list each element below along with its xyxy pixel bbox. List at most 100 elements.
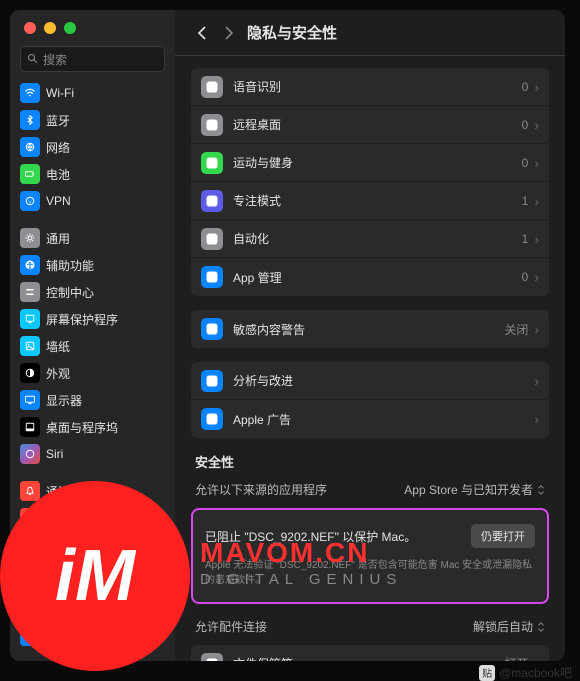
header: 隐私与安全性 — [175, 10, 565, 56]
settings-row[interactable]: 运动与健身0› — [191, 144, 549, 182]
sidebar-item-wifi[interactable]: Wi-Fi — [16, 80, 169, 106]
sidebar-item-siri[interactable]: Siri — [16, 441, 169, 467]
appearance-icon — [20, 363, 40, 383]
settings-group-analytics: 分析与改进›Apple 广告› — [191, 362, 549, 438]
settings-row[interactable]: 语音识别0 › — [191, 68, 549, 106]
accessory-dropdown[interactable]: 解锁后自动 — [473, 618, 545, 635]
settings-row[interactable]: 远程桌面0 › — [191, 106, 549, 144]
sidebar-item-screensaver[interactable]: 屏幕保护程序 — [16, 306, 169, 332]
row-label: 远程桌面 — [233, 116, 522, 133]
bell-icon — [20, 481, 40, 501]
sidebar-item-label: VPN — [46, 194, 71, 208]
bluetooth-icon — [20, 110, 40, 130]
sidebar-item-label: 电池 — [46, 166, 70, 183]
row-label: 专注模式 — [233, 192, 522, 209]
row-label: 运动与健身 — [233, 154, 522, 171]
nav-back-button[interactable] — [191, 23, 211, 43]
row-value: 0 — [522, 156, 529, 170]
settings-row[interactable]: App 管理0 › — [191, 258, 549, 296]
credit-text: @macbook吧 — [499, 664, 572, 681]
row-icon — [201, 653, 223, 662]
settings-group-apps: 语音识别0›远程桌面0›运动与健身0›专注模式1›自动化1›App 管理0› — [191, 68, 549, 296]
row-value: 0 — [522, 118, 529, 132]
sidebar-item-label: 墙纸 — [46, 338, 70, 355]
accessory-label: 允许配件连接 — [195, 618, 473, 635]
sidebar-item-label: 外观 — [46, 365, 70, 382]
watermark-text: MAVOM.CN DIGITAL GENIUS — [200, 537, 402, 588]
nav-forward-button[interactable] — [219, 23, 239, 43]
screensaver-icon — [20, 309, 40, 329]
open-anyway-button[interactable]: 仍要打开 — [471, 524, 535, 548]
sidebar-item-dock[interactable]: 桌面与程序坞 — [16, 414, 169, 440]
row-label: 敏感内容警告 — [233, 321, 504, 338]
chevron-right-icon: › — [534, 231, 539, 247]
updown-icon — [537, 622, 545, 632]
battery-icon — [20, 164, 40, 184]
settings-row[interactable]: 分析与改进› — [191, 362, 549, 400]
row-label: 分析与改进 — [233, 372, 534, 389]
minimize-window-button[interactable] — [44, 22, 56, 34]
sidebar-item-label: 通用 — [46, 230, 70, 247]
sidebar-item-network[interactable]: 网络 — [16, 134, 169, 160]
maximize-window-button[interactable] — [64, 22, 76, 34]
sidebar-item-vpn[interactable]: V VPN — [16, 188, 169, 214]
row-icon — [201, 190, 223, 212]
chevron-right-icon: › — [534, 117, 539, 133]
settings-row[interactable]: Apple 广告› — [191, 400, 549, 438]
row-icon — [201, 370, 223, 392]
sidebar-item-wallpaper[interactable]: 墙纸 — [16, 333, 169, 359]
gear-icon — [20, 228, 40, 248]
row-icon — [201, 318, 223, 340]
settings-row[interactable]: 文件保管箱打开› — [191, 645, 549, 661]
watermark-tagline: DIGITAL GENIUS — [200, 571, 402, 588]
settings-row[interactable]: 专注模式1› — [191, 182, 549, 220]
chevron-right-icon: › — [534, 656, 539, 662]
allow-apps-dropdown[interactable]: App Store 与已知开发者 — [404, 481, 545, 498]
svg-text:V: V — [28, 199, 31, 204]
row-value: 1 — [522, 194, 529, 208]
chevron-right-icon: › — [534, 269, 539, 285]
sidebar-item-controls[interactable]: 控制中心 — [16, 279, 169, 305]
settings-row[interactable]: 自动化1› — [191, 220, 549, 258]
row-label: App 管理 — [233, 269, 522, 286]
row-value: 0 — [522, 80, 529, 94]
sidebar-item-label: 控制中心 — [46, 284, 94, 301]
sidebar-item-gear[interactable]: 通用 — [16, 225, 169, 251]
row-label: 文件保管箱 — [233, 655, 504, 661]
sidebar-item-display[interactable]: 显示器 — [16, 387, 169, 413]
controls-icon — [20, 282, 40, 302]
row-value: 关闭 — [504, 321, 528, 338]
settings-row[interactable]: 敏感内容警告关闭 › — [191, 310, 549, 348]
allow-apps-label: 允许以下来源的应用程序 — [195, 481, 404, 498]
row-label: 自动化 — [233, 230, 522, 247]
search-input[interactable]: 搜索 — [20, 46, 165, 72]
watermark-logo: iM — [0, 481, 190, 671]
sidebar-item-label: Siri — [46, 447, 63, 461]
allow-apps-value: App Store 与已知开发者 — [404, 481, 533, 498]
row-icon — [201, 114, 223, 136]
row-label: 语音识别 — [233, 78, 522, 95]
sidebar-item-label: 桌面与程序坞 — [46, 419, 118, 436]
updown-icon — [537, 485, 545, 495]
accessory-value: 解锁后自动 — [473, 618, 533, 635]
security-section-title: 安全性 — [195, 452, 549, 471]
dock-icon — [20, 417, 40, 437]
close-window-button[interactable] — [24, 22, 36, 34]
network-icon — [20, 137, 40, 157]
window-controls — [10, 22, 175, 46]
display-icon — [20, 390, 40, 410]
sidebar-item-appearance[interactable]: 外观 — [16, 360, 169, 386]
siri-icon — [20, 444, 40, 464]
row-icon — [201, 408, 223, 430]
tieba-icon: 贴 — [479, 665, 495, 681]
sidebar-item-accessibility[interactable]: 辅助功能 — [16, 252, 169, 278]
sidebar-item-battery[interactable]: 电池 — [16, 161, 169, 187]
row-value: 0 — [522, 270, 529, 284]
chevron-right-icon: › — [534, 79, 539, 95]
search-icon — [27, 53, 39, 65]
sidebar-item-label: 屏幕保护程序 — [46, 311, 118, 328]
search-placeholder: 搜索 — [43, 51, 67, 68]
row-icon — [201, 266, 223, 288]
sidebar-item-bluetooth[interactable]: 蓝牙 — [16, 107, 169, 133]
chevron-right-icon: › — [534, 321, 539, 337]
